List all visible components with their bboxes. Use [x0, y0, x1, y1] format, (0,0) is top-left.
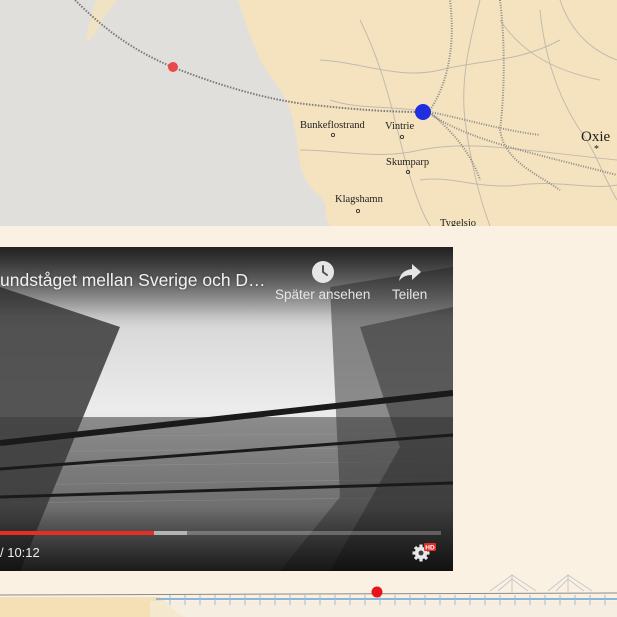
place-label-tygelsjo: Tygelsjo: [440, 218, 477, 226]
video-title[interactable]: undståget mellan Sverige och D…: [0, 270, 270, 291]
svg-text:HD: HD: [425, 545, 435, 552]
clock-icon: [311, 258, 335, 286]
settings-button[interactable]: HD: [412, 542, 438, 567]
video-time: / 10:12: [0, 545, 40, 560]
place-label-klagshamn: Klagshamn: [335, 194, 383, 205]
map-canvas: *: [0, 0, 617, 226]
place-label-vintrie: Vintrie: [385, 121, 415, 132]
profile-line: [0, 592, 617, 596]
share-button[interactable]: Teilen: [392, 258, 427, 302]
progress-played: [0, 531, 155, 535]
video-frame: [0, 247, 453, 571]
gear-hd-icon: HD: [412, 543, 436, 562]
watch-later-button[interactable]: Später ansehen: [275, 258, 370, 302]
waypoint-marker: [168, 62, 178, 72]
route-map[interactable]: * Bunkeflostrand Vintrie Skumparp Klagsh…: [0, 0, 617, 226]
share-label: Teilen: [392, 287, 428, 302]
cable-stay-bridge-icon: [489, 574, 593, 593]
place-label-oxie: Oxie: [581, 129, 611, 145]
place-label-skumparp: Skumparp: [386, 157, 430, 168]
video-progress-bar[interactable]: [0, 531, 441, 535]
share-arrow-icon: [398, 258, 422, 286]
video-player[interactable]: [0, 247, 453, 571]
watch-later-label: Später ansehen: [275, 287, 371, 302]
place-label-bunkeflostrand: Bunkeflostrand: [300, 120, 365, 131]
current-position-marker: [415, 104, 431, 120]
route-profile[interactable]: [0, 571, 617, 617]
profile-position-marker[interactable]: [371, 586, 383, 598]
